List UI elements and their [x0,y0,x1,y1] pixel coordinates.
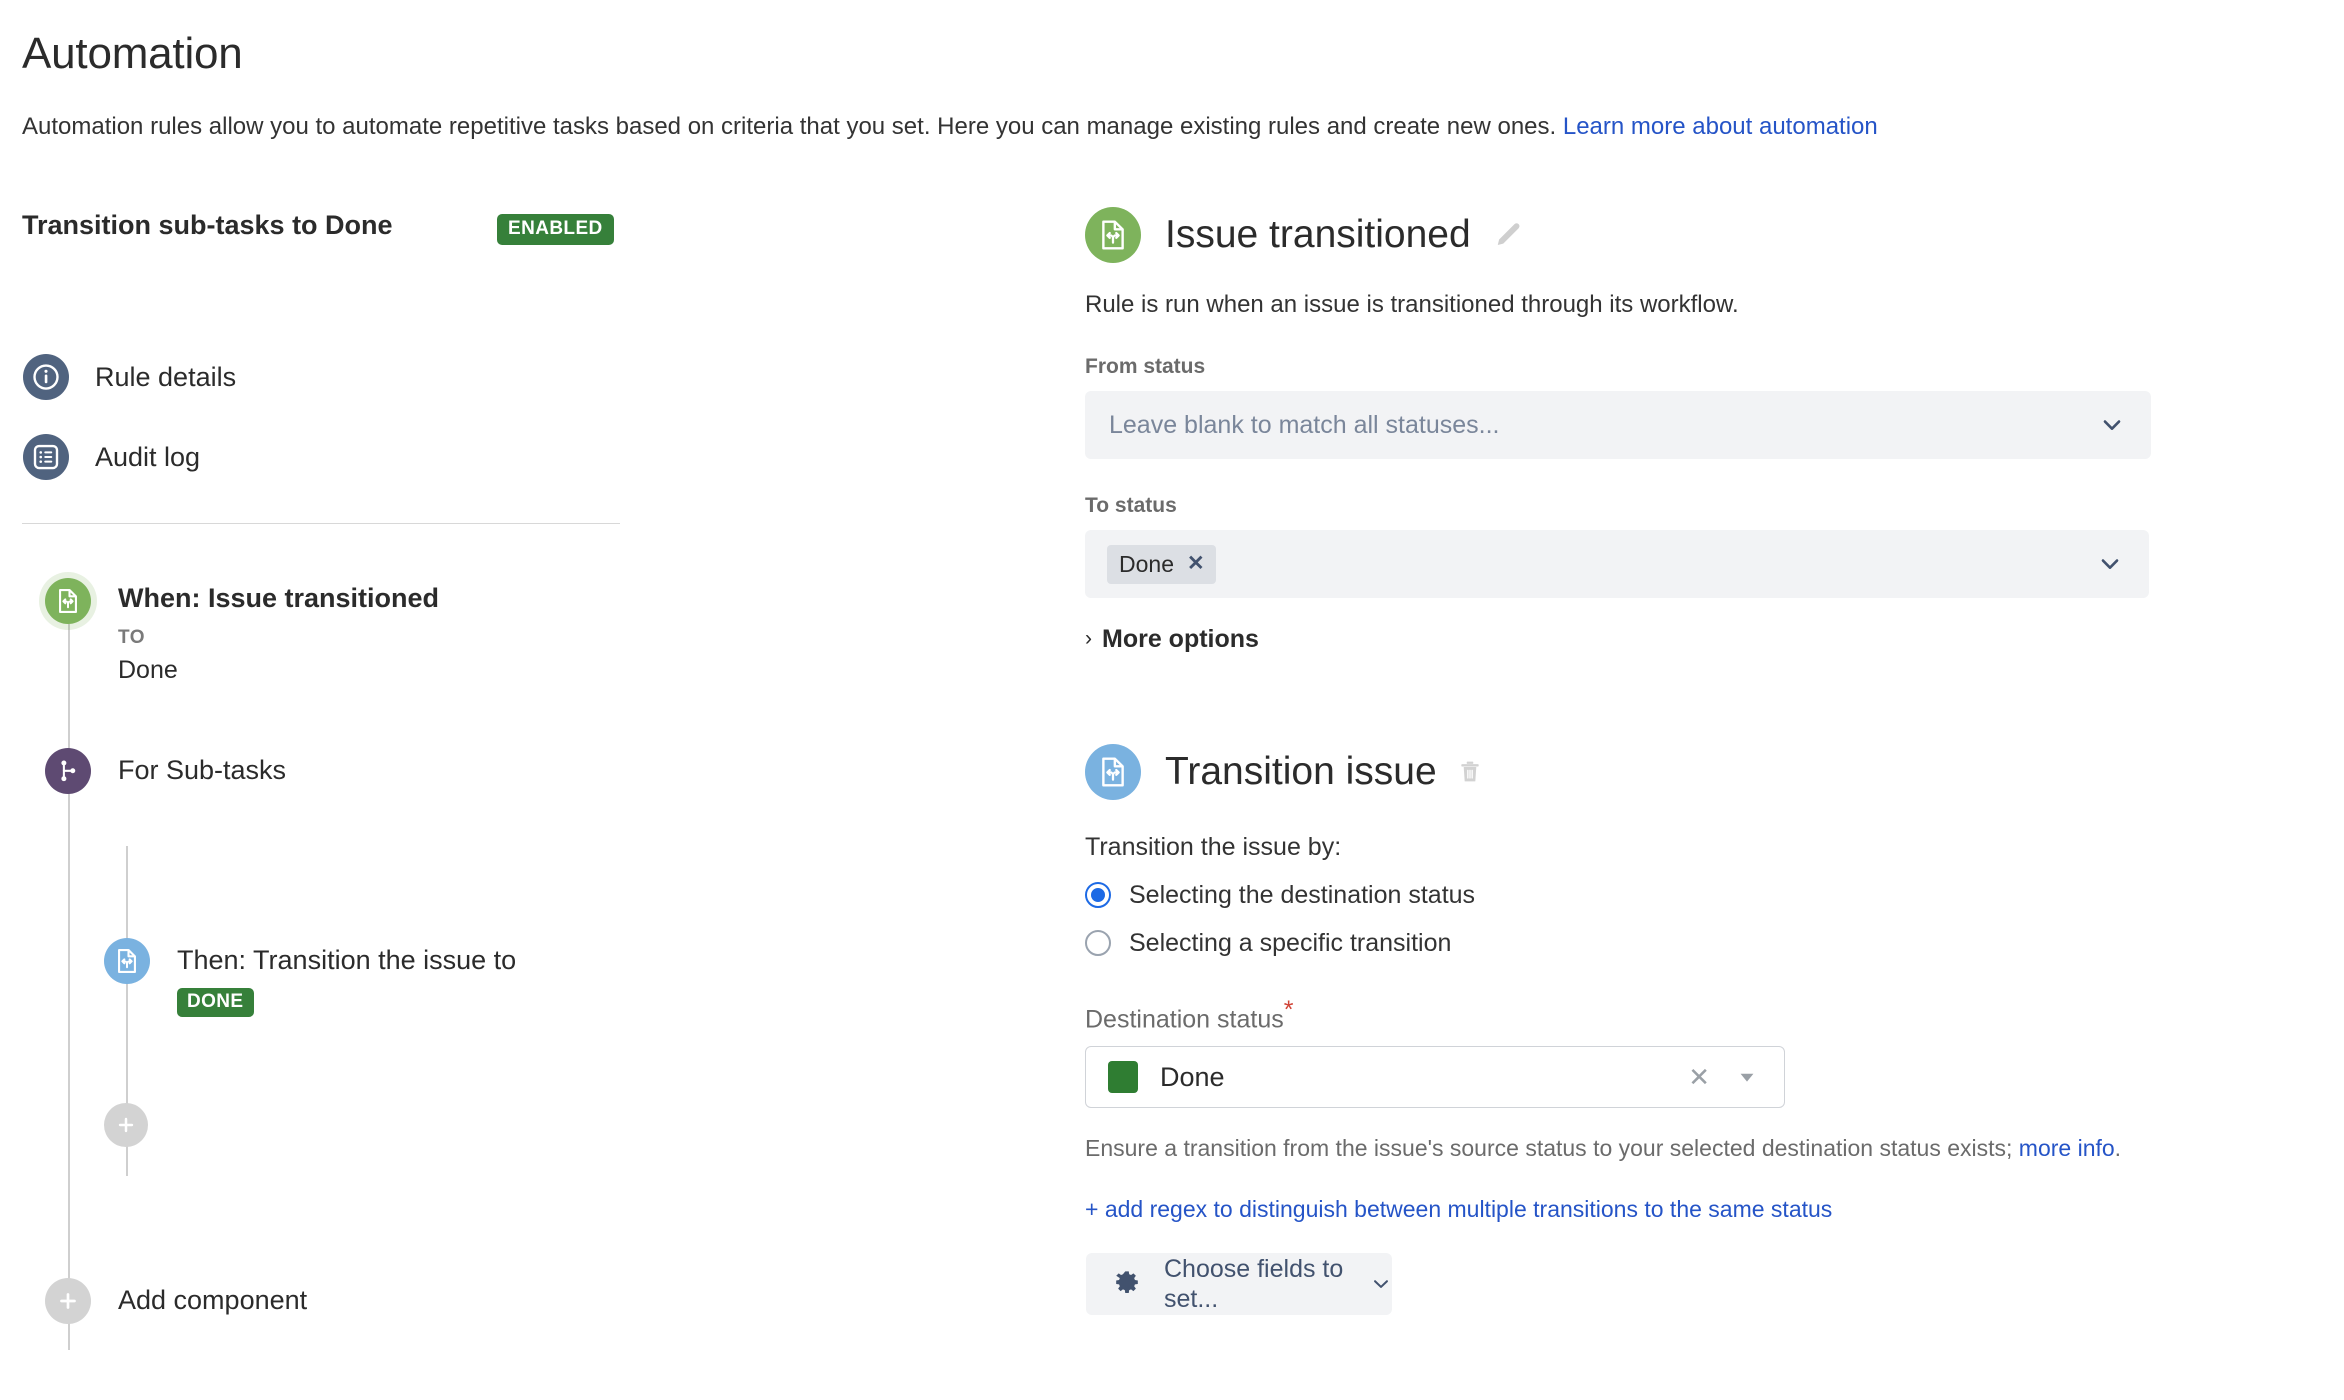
tree-node-status-chip: DONE [177,988,254,1017]
learn-more-link[interactable]: Learn more about automation [1563,113,1878,140]
close-icon[interactable]: ✕ [1187,551,1205,577]
destination-status-label: Destination status* [1085,998,2325,1034]
action-panel-title: Transition issue [1165,750,1437,793]
add-step-plus-icon[interactable] [104,1103,148,1147]
radio-label: Selecting the destination status [1129,881,1476,909]
sidebar-item-audit-log[interactable]: Audit log [22,431,1062,483]
tree-node-sub-value: Done [118,656,178,684]
tree-node-title: Then: Transition the issue to [177,945,517,975]
sidebar-divider [22,523,620,524]
status-color-swatch [1108,1061,1138,1094]
add-regex-link[interactable]: + add regex to distinguish between multi… [1085,1195,2325,1223]
page-header: Automation Automation rules allow you to… [22,28,2302,142]
issue-transition-icon [1085,207,1141,263]
destination-helper-text: Ensure a transition from the issue's sou… [1085,1134,2325,1162]
trash-icon[interactable] [1457,759,1483,785]
chevron-right-icon: › [1085,627,1092,650]
more-options-toggle[interactable]: › More options [1085,624,2325,654]
trigger-description: Rule is run when an issue is transitione… [1085,291,1739,318]
rule-header: Transition sub-tasks to Done ENABLED [22,205,1062,295]
status-chip-done[interactable]: Done ✕ [1107,544,1216,584]
rule-nav-list: Rule details Audit log [22,351,1062,483]
action-panel-header: Transition issue [1085,742,2325,802]
radio-button[interactable] [1085,882,1111,908]
info-icon [23,354,69,400]
tree-node-title: For Sub-tasks [118,755,287,785]
trigger-panel-header: Issue transitioned [1085,205,2325,265]
rule-tree: When: Issue transitioned TO Done For Sub… [22,578,1062,1350]
tree-add-component[interactable]: Add component [22,1278,1062,1348]
transition-by-label: Transition the issue by: [1085,833,1342,861]
to-status-label: To status [1085,494,1177,517]
choose-fields-label: Choose fields to set... [1164,1255,1344,1314]
chevron-down-icon[interactable] [2097,551,2123,577]
from-status-placeholder: Leave blank to match all statuses... [1109,411,1500,439]
tree-node-sub-label: TO [118,627,146,648]
add-component-plus-icon[interactable] [45,1278,91,1324]
page-description-text: Automation rules allow you to automate r… [22,113,1563,140]
branch-fork-icon [45,748,91,794]
pencil-icon[interactable] [1493,220,1523,250]
to-status-select[interactable]: Done ✕ [1085,530,2149,598]
gear-icon [1112,1269,1142,1299]
destination-status-label-text: Destination status [1085,1005,1284,1034]
tree-node-branch[interactable]: For Sub-tasks [22,748,1062,938]
chevron-down-icon[interactable] [1370,1273,1392,1295]
tree-add-step[interactable] [22,1103,1062,1278]
destination-helper-text-end: . [2114,1135,2122,1162]
add-component-label: Add component [118,1285,308,1315]
tree-node-title: When: Issue transitioned [118,583,440,613]
sidebar-item-label: Audit log [95,442,201,472]
more-options-label: More options [1102,625,1259,653]
rule-status-badge: ENABLED [497,214,614,245]
more-info-link[interactable]: more info [2019,1135,2115,1161]
from-status-label: From status [1085,355,1206,378]
rule-name: Transition sub-tasks to Done [22,210,393,240]
radio-button[interactable] [1085,930,1111,956]
trigger-panel: Issue transitioned Rule is run when an i… [1085,205,2325,654]
destination-status-select[interactable]: Done ✕ [1085,1046,1785,1109]
required-marker: * [1283,996,1294,1024]
chevron-down-icon[interactable] [1736,1066,1758,1088]
clear-icon[interactable]: ✕ [1688,1064,1710,1090]
issue-transition-icon [45,578,91,624]
list-icon [23,434,69,480]
status-chip-label: Done [1119,550,1174,577]
choose-fields-button[interactable]: Choose fields to set... [1086,1253,1392,1316]
trigger-panel-title: Issue transitioned [1165,213,1471,256]
page-description: Automation rules allow you to automate r… [22,112,2302,142]
radio-label: Selecting a specific transition [1129,929,1452,957]
sidebar-item-rule-details[interactable]: Rule details [22,351,1062,403]
sidebar-item-label: Rule details [95,362,237,392]
radio-specific-transition[interactable]: Selecting a specific transition [1085,928,2325,958]
chevron-down-icon[interactable] [2099,412,2125,438]
from-status-select[interactable]: Leave blank to match all statuses... [1085,391,2151,459]
tree-node-trigger[interactable]: When: Issue transitioned TO Done [22,578,1062,748]
radio-destination-status[interactable]: Selecting the destination status [1085,880,2325,910]
transition-issue-icon [1085,744,1141,800]
destination-helper-text-body: Ensure a transition from the issue's sou… [1085,1135,2019,1162]
transition-issue-icon [104,938,150,984]
destination-status-value: Done [1160,1062,1225,1093]
page-title: Automation [22,29,243,78]
detail-panel: Issue transitioned Rule is run when an i… [1085,205,2325,1316]
tree-node-action[interactable]: Then: Transition the issue to DONE [22,938,1062,1143]
rule-sidebar: Transition sub-tasks to Done ENABLED Rul… [22,205,1062,1350]
action-panel: Transition issue Transition the issue by… [1085,742,2325,1316]
